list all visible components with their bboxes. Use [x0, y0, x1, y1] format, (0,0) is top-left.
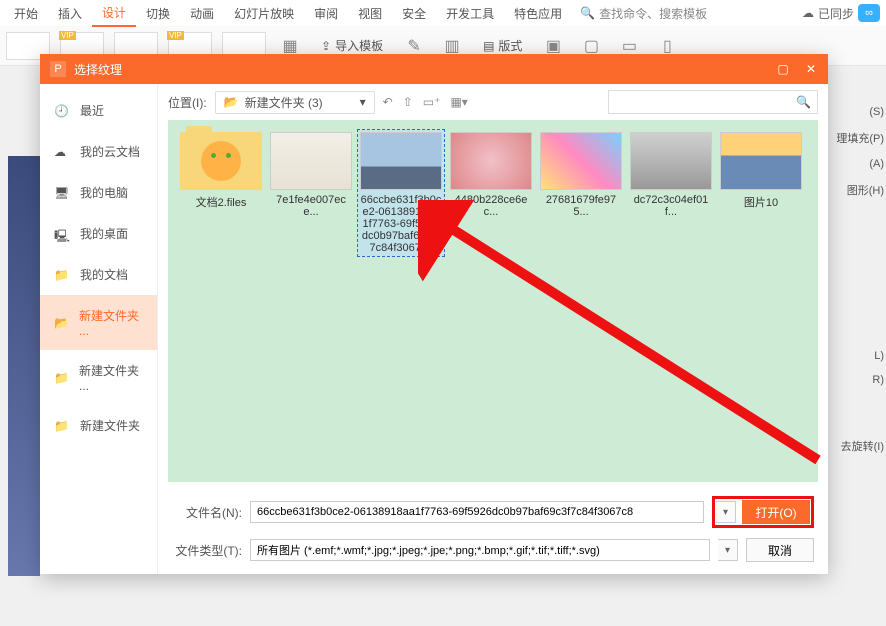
sidebar-recent[interactable]: 🕘最近	[40, 90, 157, 131]
clock-icon: 🕘	[54, 104, 70, 118]
filetype-dropdown[interactable]: ▾	[718, 539, 738, 561]
open-highlight: ▾ 打开(O)	[712, 496, 814, 528]
tab-view[interactable]: 视图	[348, 1, 392, 26]
filetype-label: 文件类型(T):	[172, 542, 242, 559]
image-thumb	[450, 132, 532, 190]
desktop-icon: 🖳	[54, 227, 70, 241]
ribbon-search[interactable]: 🔍 查找命令、搜索模板	[580, 5, 707, 22]
sidebar-docs[interactable]: 📁我的文档	[40, 254, 157, 295]
open-button[interactable]: 打开(O)	[742, 500, 810, 524]
location-dropdown[interactable]: 📂 新建文件夹 (3) ▾	[215, 91, 375, 114]
tab-design[interactable]: 设计	[92, 0, 136, 27]
sidebar-newfolder-active[interactable]: 📂新建文件夹 ...	[40, 295, 157, 350]
cancel-button[interactable]: 取消	[746, 538, 814, 562]
folder-icon: 📂	[54, 316, 69, 330]
chevron-down-icon: ▾	[360, 95, 366, 109]
folder-icon: 📁	[54, 268, 70, 282]
sync-badge-icon: ∞	[858, 4, 880, 22]
file-item[interactable]: 图片10	[718, 130, 804, 256]
maximize-button[interactable]: ▢	[776, 62, 790, 76]
search-icon: 🔍	[796, 95, 811, 109]
ribbon-tabs: 开始 插入 设计 切换 动画 幻灯片放映 审阅 视图 安全 开发工具 特色应用 …	[0, 0, 886, 26]
image-thumb	[720, 132, 802, 190]
location-label: 位置(I):	[168, 94, 207, 111]
folder-icon: 📂	[224, 95, 239, 109]
file-grid: 文档2.files 7e1fe4e007ece... 66ccbe631f3b0…	[168, 120, 818, 482]
file-item[interactable]: dc72c3c04ef01f...	[628, 130, 714, 256]
sidebar-mypc[interactable]: 🖥我的电脑	[40, 172, 157, 213]
image-thumb	[540, 132, 622, 190]
file-dialog: P 选择纹理 ▢ ✕ 🕘最近 ☁我的云文档 🖥我的电脑 🖳我的桌面 📁我的文档 …	[40, 54, 828, 574]
dialog-titlebar: P 选择纹理 ▢ ✕	[40, 54, 828, 84]
close-button[interactable]: ✕	[804, 62, 818, 76]
sidebar-newfolder[interactable]: 📁新建文件夹 ...	[40, 350, 157, 405]
tab-animation[interactable]: 动画	[180, 1, 224, 26]
import-icon: ⇪	[321, 39, 331, 53]
sidebar-cloud[interactable]: ☁我的云文档	[40, 131, 157, 172]
filename-label: 文件名(N):	[172, 504, 242, 521]
app-icon: P	[50, 61, 66, 77]
back-icon[interactable]: ↶	[383, 95, 393, 109]
view-icon[interactable]: ▦▾	[450, 95, 467, 109]
image-thumb	[630, 132, 712, 190]
search-icon: 🔍	[580, 6, 595, 20]
pc-icon: 🖥	[54, 186, 70, 200]
tab-review[interactable]: 审阅	[304, 1, 348, 26]
up-icon[interactable]: ⇧	[403, 95, 413, 109]
folder-icon: 📁	[54, 371, 69, 385]
image-thumb	[360, 132, 442, 190]
file-item[interactable]: 27681679fe975...	[538, 130, 624, 256]
filename-dropdown[interactable]: ▾	[716, 501, 736, 523]
folder-icon: 📁	[54, 419, 70, 433]
location-bar: 位置(I): 📂 新建文件夹 (3) ▾ ↶ ⇧ ▭⁺ ▦▾ 🔍	[158, 84, 828, 120]
dialog-sidebar: 🕘最近 ☁我的云文档 🖥我的电脑 🖳我的桌面 📁我的文档 📂新建文件夹 ... …	[40, 84, 158, 574]
tab-start[interactable]: 开始	[4, 1, 48, 26]
search-input[interactable]: 🔍	[608, 90, 818, 114]
file-item-folder[interactable]: 文档2.files	[178, 130, 264, 256]
sidebar-newfolder[interactable]: 📁新建文件夹	[40, 405, 157, 446]
tab-special[interactable]: 特色应用	[504, 1, 572, 26]
file-item-selected[interactable]: 66ccbe631f3b0ce2-06138918aa1f7763-69f592…	[358, 130, 444, 256]
new-folder-icon[interactable]: ▭⁺	[423, 95, 441, 109]
dialog-inputs: 文件名(N): ▾ 打开(O) 文件类型(T): ▾ 取消	[158, 490, 828, 574]
tab-security[interactable]: 安全	[392, 1, 436, 26]
tab-insert[interactable]: 插入	[48, 1, 92, 26]
format-panel: (S) 理填充(P) (A) 图形(H) L) R) 去旋转(I)	[826, 100, 886, 460]
slide-preview	[8, 156, 40, 576]
tab-devtools[interactable]: 开发工具	[436, 1, 504, 26]
sync-status[interactable]: ☁ 已同步 ∞	[802, 4, 886, 22]
dialog-title-text: 选择纹理	[74, 61, 122, 78]
image-thumb	[270, 132, 352, 190]
tab-transition[interactable]: 切换	[136, 1, 180, 26]
filename-input[interactable]	[250, 501, 704, 523]
sidebar-desktop[interactable]: 🖳我的桌面	[40, 213, 157, 254]
filetype-input[interactable]	[250, 539, 710, 561]
tab-slideshow[interactable]: 幻灯片放映	[224, 1, 304, 26]
cloud-icon: ☁	[802, 6, 814, 20]
file-item[interactable]: 4480b228ce6ec...	[448, 130, 534, 256]
cloud-icon: ☁	[54, 145, 70, 159]
search-placeholder: 查找命令、搜索模板	[599, 5, 707, 22]
folder-thumb	[180, 132, 262, 190]
page-icon: ▤	[483, 39, 494, 53]
file-item[interactable]: 7e1fe4e007ece...	[268, 130, 354, 256]
